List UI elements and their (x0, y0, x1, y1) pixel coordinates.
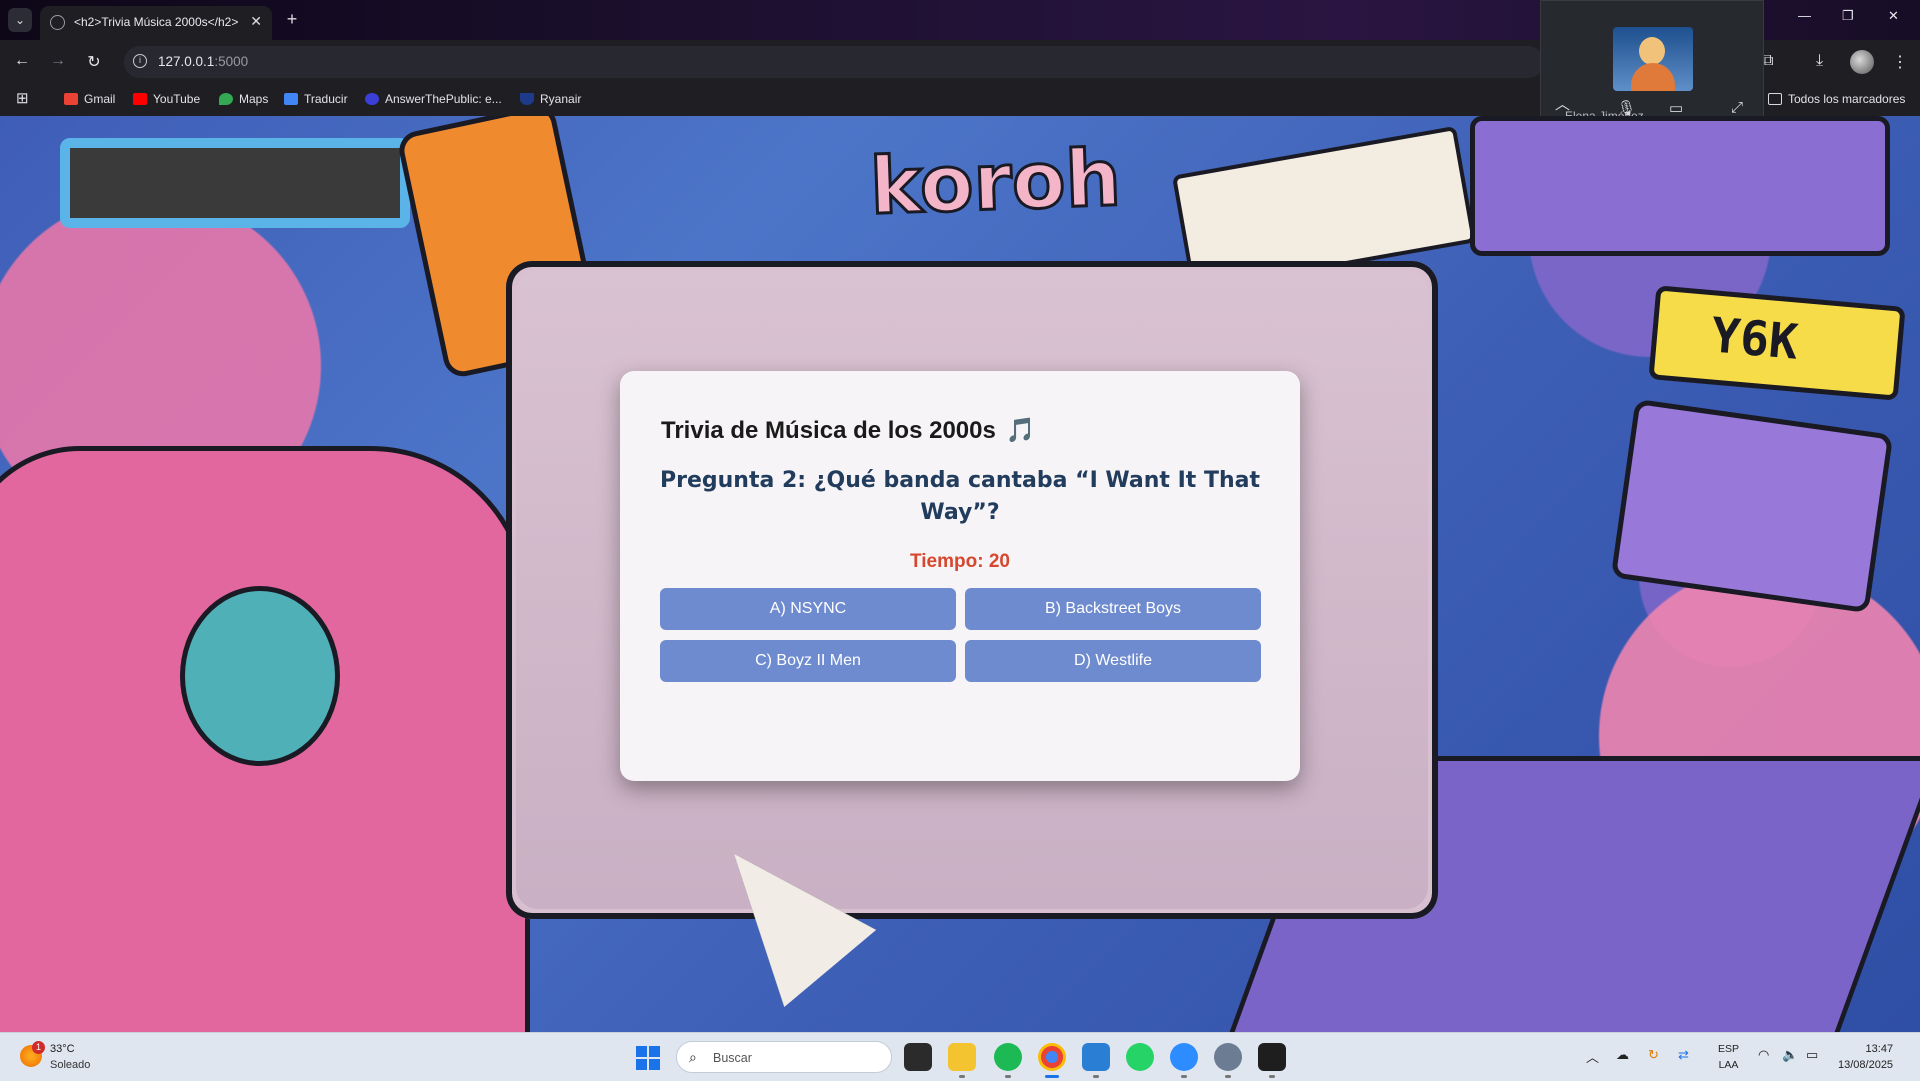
background-illustration-tamagotchi (180, 586, 340, 766)
tab-title: <h2>Trivia Música 2000s</h2> (74, 15, 239, 29)
minimize-button[interactable]: — (1798, 8, 1811, 23)
reload-button[interactable]: ↻ (84, 52, 104, 72)
profile-avatar[interactable] (1850, 50, 1874, 74)
video-call-pip[interactable]: Elena Jiménez ︿ 🎙 ▭ ⤢ (1540, 0, 1764, 126)
site-info-icon[interactable]: i (133, 54, 147, 68)
mic-off-icon[interactable]: 🎙 (1617, 99, 1636, 117)
chevron-up-icon[interactable]: ︿ (1586, 1047, 1599, 1066)
translate-icon (284, 93, 298, 105)
trivia-title: Trivia de Música de los 2000s 🎵 (661, 416, 1036, 445)
tag-text: Y6K (1708, 307, 1801, 371)
timer-text: Tiempo: 20 (910, 551, 1010, 572)
volume-icon[interactable]: 🔈 (1782, 1047, 1798, 1063)
task-view-icon[interactable] (904, 1043, 932, 1071)
whatsapp-icon[interactable] (1126, 1043, 1154, 1071)
answer-option-d[interactable]: D) Westlife (965, 640, 1261, 682)
trivia-card: Trivia de Música de los 2000s 🎵 Pregunta … (620, 371, 1300, 781)
spotify-icon[interactable] (994, 1043, 1022, 1078)
answer-option-a[interactable]: A) NSYNC (660, 588, 956, 630)
chrome-icon[interactable] (1038, 1043, 1066, 1078)
clock-time: 13:47 (1865, 1043, 1894, 1055)
new-tab-button[interactable]: + (280, 8, 304, 32)
menu-icon[interactable]: ⋮ (1892, 52, 1908, 72)
participant-video (1613, 27, 1693, 91)
sync-icon[interactable]: ↻ (1648, 1047, 1659, 1063)
answerthepublic-icon (365, 93, 379, 105)
chevron-up-icon[interactable]: ︿ (1555, 93, 1570, 114)
expand-icon[interactable]: ⤢ (1731, 99, 1743, 116)
download-icon[interactable]: ⤓ (1816, 52, 1823, 70)
restore-button[interactable]: ❐ (1842, 8, 1854, 24)
bookmark-gmail[interactable]: Gmail (64, 92, 115, 106)
music-note-icon: 🎵 (1005, 417, 1036, 444)
battery-icon[interactable]: ▭ (1806, 1047, 1818, 1063)
vscode-icon[interactable] (1082, 1043, 1110, 1078)
question-text: Pregunta 2: ¿Qué banda cantaba “I Want I… (660, 468, 1260, 525)
address-bar[interactable]: i 127.0.0.1:5000 (124, 46, 1544, 78)
clock[interactable]: 13:47 13/08/2025 (1838, 1041, 1893, 1073)
weather-temperature[interactable]: 33°C (50, 1043, 75, 1055)
answer-option-b[interactable]: B) Backstreet Boys (965, 588, 1261, 630)
bookmark-maps[interactable]: Maps (219, 92, 268, 106)
browser-tab[interactable]: <h2>Trivia Música 2000s</h2> ✕ (40, 6, 272, 40)
globe-icon (50, 15, 65, 30)
apps-grid-icon[interactable]: ⊞ (16, 89, 29, 107)
answer-option-c[interactable]: C) Boyz II Men (660, 640, 956, 682)
weather-description[interactable]: Soleado (50, 1059, 90, 1071)
background-illustration-sunglasses (60, 138, 410, 228)
folder-icon (1768, 93, 1782, 105)
weather-badge: 1 (32, 1041, 45, 1054)
close-window-button[interactable]: ✕ (1888, 8, 1899, 24)
taskbar: 1 33°C Soleado ⌕ Buscar ︿ ☁ ↻ ⇄ ESP LAA ◠… (0, 1032, 1920, 1081)
url-host: 127.0.0.1 (158, 54, 215, 69)
language-indicator[interactable]: ESP LAA (1718, 1041, 1739, 1073)
background-illustration-cassette-2 (1610, 398, 1894, 614)
background-illustration-cassette (1470, 116, 1890, 256)
bookmark-answerthepublic[interactable]: AnswerThePublic: e... (365, 92, 502, 106)
background-illustration-logo: koroh (867, 132, 1124, 234)
tab-close-button[interactable]: ✕ (250, 13, 262, 30)
file-explorer-icon[interactable] (948, 1043, 976, 1078)
gmail-icon (64, 93, 78, 105)
bookmark-youtube[interactable]: YouTube (133, 92, 200, 106)
wifi-icon[interactable]: ◠ (1758, 1047, 1769, 1063)
clock-date: 13/08/2025 (1838, 1059, 1894, 1071)
translate-tray-icon[interactable]: ⇄ (1678, 1047, 1689, 1063)
bookmark-ryanair[interactable]: Ryanair (520, 92, 581, 106)
background-illustration-tag: Y6K (1648, 285, 1906, 401)
zoom-icon[interactable] (1170, 1043, 1198, 1078)
camera-off-icon[interactable]: ▭ (1669, 99, 1683, 117)
terminal-icon[interactable] (1258, 1043, 1286, 1078)
back-button[interactable]: ← (12, 52, 32, 70)
search-placeholder: Buscar (713, 1051, 752, 1065)
settings-icon[interactable] (1214, 1043, 1242, 1078)
all-bookmarks[interactable]: Todos los marcadores (1768, 92, 1905, 106)
maps-icon (219, 93, 233, 105)
forward-button[interactable]: → (48, 52, 68, 70)
url-text: 127.0.0.1:5000 (158, 54, 248, 69)
url-port: :5000 (214, 54, 249, 69)
bookmark-traducir[interactable]: Traducir (284, 92, 348, 106)
onedrive-icon[interactable]: ☁ (1616, 1047, 1629, 1063)
taskbar-search[interactable]: ⌕ Buscar (676, 1041, 892, 1073)
ryanair-icon (520, 93, 534, 105)
trivia-title-text: Trivia de Música de los 2000s (661, 417, 996, 444)
start-button[interactable] (636, 1046, 660, 1070)
search-icon: ⌕ (689, 1049, 697, 1065)
youtube-icon (133, 93, 147, 105)
tab-search-button[interactable]: ⌄ (8, 8, 32, 32)
